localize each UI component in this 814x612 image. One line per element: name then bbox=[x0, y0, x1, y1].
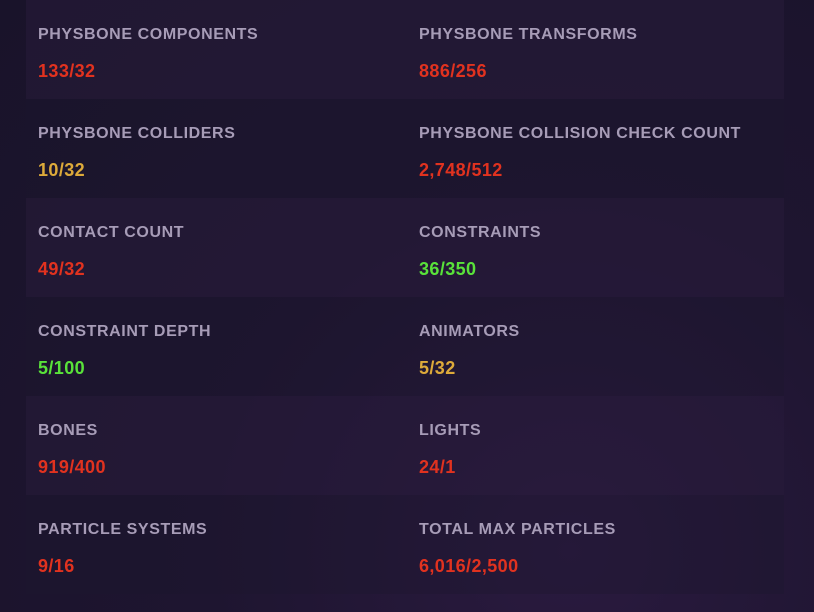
stat-value: 5/100 bbox=[38, 358, 86, 378]
stat-value: 919/400 bbox=[38, 457, 106, 477]
stat-value: 2,748/512 bbox=[419, 160, 503, 180]
stat-value: 36/350 bbox=[419, 259, 477, 279]
stat-row: BONES 919/400 LIGHTS 24/1 bbox=[26, 396, 784, 495]
stat-label: TOTAL MAX PARTICLES bbox=[419, 521, 616, 538]
stat-value: 6,016/2,500 bbox=[419, 556, 519, 576]
stat-row: CONTACT COUNT 49/32 CONSTRAINTS 36/350 bbox=[26, 198, 784, 297]
stat-label: PHYSBONE COMPONENTS bbox=[38, 26, 259, 43]
stat-label: BONES bbox=[38, 422, 98, 439]
stat-label: ANIMATORS bbox=[419, 323, 520, 340]
stat-label: PARTICLE SYSTEMS bbox=[38, 521, 208, 538]
stat-value: 9/16 bbox=[38, 556, 75, 576]
stat-value: 49/32 bbox=[38, 259, 86, 279]
stat-label: PHYSBONE TRANSFORMS bbox=[419, 26, 638, 43]
stat-label: PHYSBONE COLLISION CHECK COUNT bbox=[419, 125, 742, 142]
stat-label: LIGHTS bbox=[419, 422, 482, 439]
stat-row: PHYSBONE COLLIDERS 10/32 PHYSBONE COLLIS… bbox=[26, 99, 784, 198]
stat-value: 10/32 bbox=[38, 160, 86, 180]
stat-label: PHYSBONE COLLIDERS bbox=[38, 125, 236, 142]
performance-stats-panel: PHYSBONE COMPONENTS 133/32 PHYSBONE TRAN… bbox=[26, 0, 784, 612]
stat-label: CONSTRAINTS bbox=[419, 224, 542, 241]
stat-value: 24/1 bbox=[419, 457, 456, 477]
stat-value: 5/32 bbox=[419, 358, 456, 378]
stat-row: PARTICLE SYSTEMS 9/16 TOTAL MAX PARTICLE… bbox=[26, 495, 784, 594]
stat-value: 886/256 bbox=[419, 61, 487, 81]
stat-label: CONTACT COUNT bbox=[38, 224, 185, 241]
stat-value: 133/32 bbox=[38, 61, 96, 81]
stat-label: CONSTRAINT DEPTH bbox=[38, 323, 212, 340]
stat-row: PHYSBONE COMPONENTS 133/32 PHYSBONE TRAN… bbox=[26, 0, 784, 99]
stat-row: CONSTRAINT DEPTH 5/100 ANIMATORS 5/32 bbox=[26, 297, 784, 396]
